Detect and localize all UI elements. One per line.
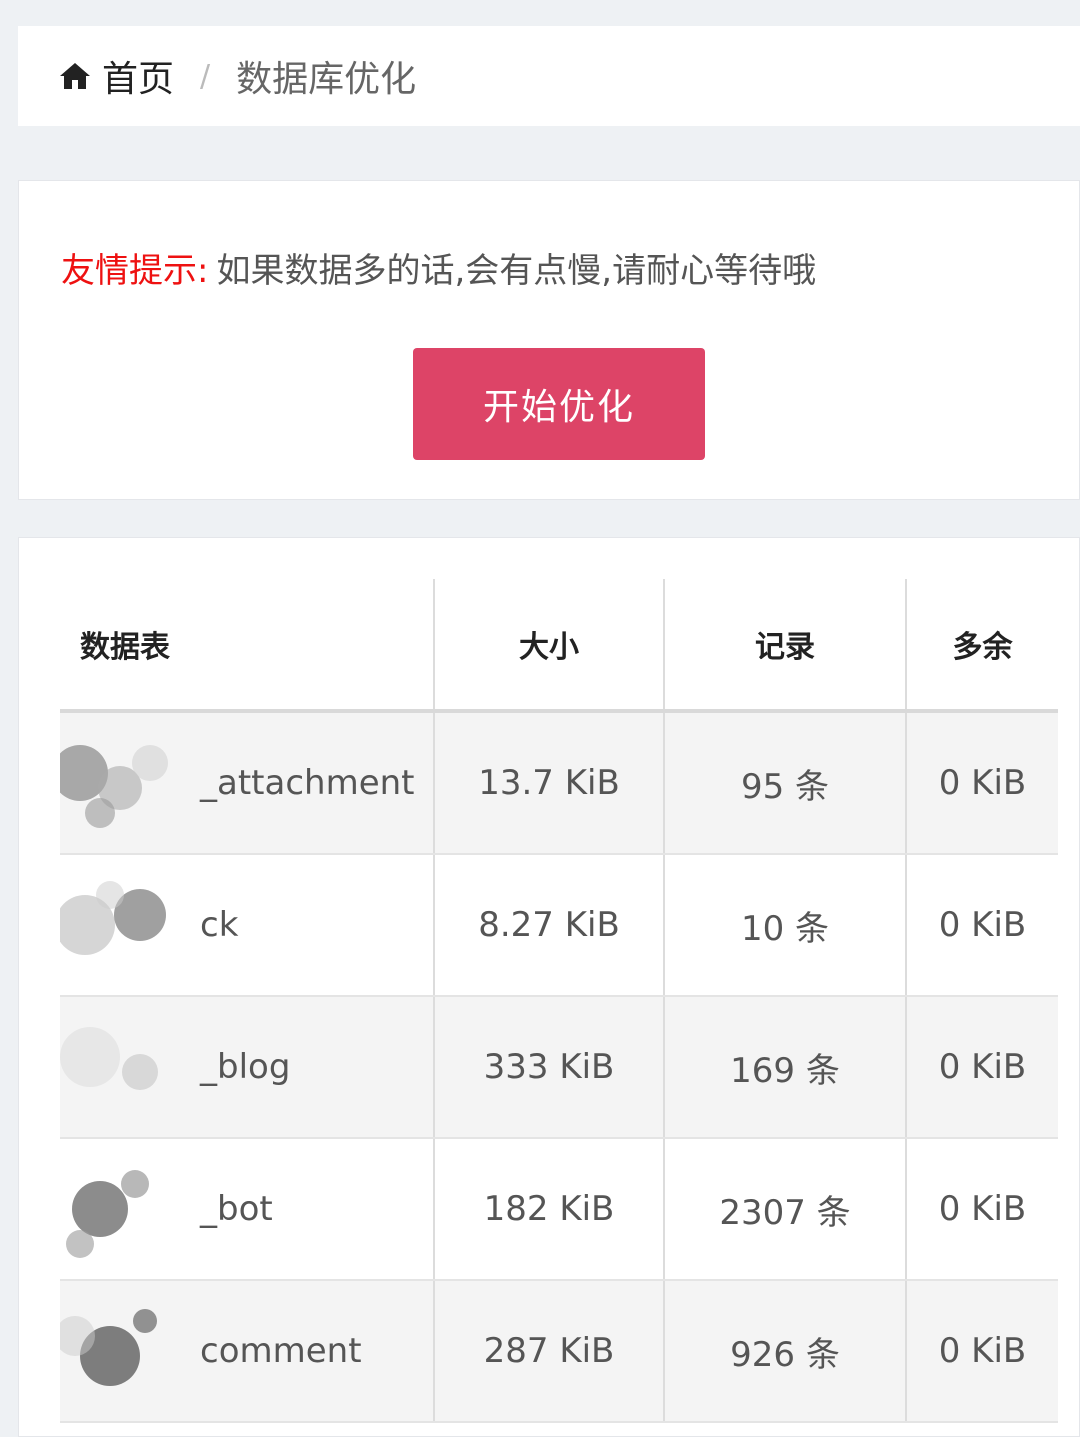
size-cell: 8.27 KiB	[433, 854, 664, 997]
breadcrumb-home-link[interactable]: 首页	[102, 50, 174, 102]
size-cell: 333 KiB	[433, 996, 664, 1139]
table-name: _blog	[200, 1047, 291, 1087]
table-name-cell: _bot	[60, 1138, 434, 1281]
size-cell: 182 KiB	[433, 1138, 664, 1281]
size-cell: 13.7 KiB	[433, 711, 664, 855]
redaction-blot	[60, 1027, 158, 1090]
table-name: comment	[200, 1331, 362, 1371]
breadcrumb-current: 数据库优化	[236, 59, 417, 100]
redaction-blot	[60, 881, 166, 955]
records-cell: 926 条	[663, 1280, 906, 1423]
redaction-blot	[60, 1309, 157, 1386]
header-records: 记录	[663, 579, 906, 713]
table-header-row: 数据表 大小 记录 多余	[60, 579, 1058, 713]
records-cell: 169 条	[663, 996, 906, 1139]
breadcrumb: 首页 / 数据库优化	[18, 26, 1080, 126]
header-overhead: 多余	[905, 579, 1058, 713]
table-row: _attachment 13.7 KiB 95 条 0 KiB	[60, 711, 1058, 855]
table-row: ck 8.27 KiB 10 条 0 KiB	[60, 854, 1058, 997]
redaction-blot	[66, 1170, 149, 1258]
header-table-name: 数据表	[60, 579, 434, 713]
table-row: _blog 333 KiB 169 条 0 KiB	[60, 996, 1058, 1139]
table-name-cell: _blog	[60, 996, 434, 1139]
table-name: _bot	[200, 1189, 273, 1229]
table-name-cell: ck	[60, 854, 434, 997]
tip-line: 友情提示: 如果数据多的话,会有点慢,请耐心等待哦	[61, 243, 816, 292]
start-optimize-button[interactable]: 开始优化	[413, 348, 705, 460]
records-cell: 10 条	[663, 854, 906, 997]
overhead-cell: 0 KiB	[905, 854, 1058, 997]
overhead-cell: 0 KiB	[905, 711, 1058, 855]
table-card: 数据表 大小 记录 多余 _attachment 13.7 KiB 95 条 0…	[18, 537, 1080, 1437]
records-cell: 2307 条	[663, 1138, 906, 1281]
records-cell: 95 条	[663, 711, 906, 855]
table-row: _bot 182 KiB 2307 条 0 KiB	[60, 1138, 1058, 1281]
home-icon[interactable]	[58, 59, 92, 93]
table-name-cell: comment	[60, 1280, 434, 1423]
size-cell: 287 KiB	[433, 1280, 664, 1423]
overhead-cell: 0 KiB	[905, 1138, 1058, 1281]
tables-table: 数据表 大小 记录 多余 _attachment 13.7 KiB 95 条 0…	[60, 579, 1058, 1423]
table-name: _attachment	[200, 763, 415, 803]
table-row: comment 287 KiB 926 条 0 KiB	[60, 1280, 1058, 1423]
tip-label: 友情提示:	[61, 251, 209, 291]
table-name: ck	[200, 905, 239, 945]
redaction-blot	[60, 745, 168, 828]
header-size: 大小	[433, 579, 664, 713]
table-name-cell: _attachment	[60, 711, 434, 855]
tip-text: 如果数据多的话,会有点慢,请耐心等待哦	[216, 251, 817, 291]
breadcrumb-separator: /	[200, 58, 211, 94]
overhead-cell: 0 KiB	[905, 1280, 1058, 1423]
overhead-cell: 0 KiB	[905, 996, 1058, 1139]
optimize-panel: 友情提示: 如果数据多的话,会有点慢,请耐心等待哦 开始优化	[18, 180, 1080, 500]
